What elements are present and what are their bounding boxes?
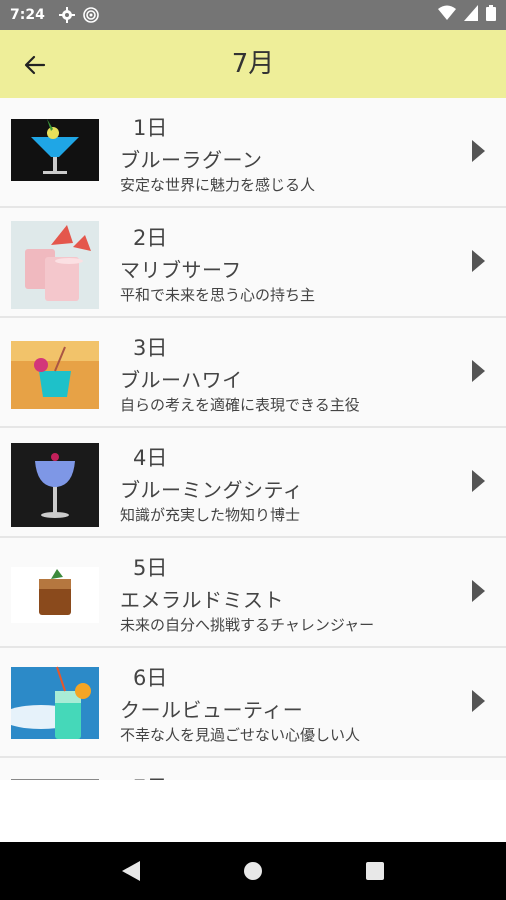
item-day: 4日	[133, 446, 168, 470]
battery-icon	[486, 5, 496, 25]
nav-back-button[interactable]	[111, 851, 151, 891]
signal-icon	[464, 5, 478, 25]
status-bar: 7:24	[0, 0, 506, 30]
item-day: 5日	[133, 556, 168, 580]
item-day: 6日	[133, 666, 168, 690]
list-item[interactable]: 4日 ブルーミングシティ 知識が充実した物知り博士	[0, 428, 506, 538]
item-name: ブルーハワイ	[120, 368, 243, 392]
item-name: マリブサーフ	[120, 258, 242, 282]
cocktail-thumbnail	[11, 551, 99, 639]
target-icon	[83, 7, 99, 23]
app-bar: 7月	[0, 30, 506, 98]
circle-home-icon	[244, 862, 262, 880]
chevron-right-icon	[472, 140, 485, 162]
item-day: 7日	[133, 772, 167, 780]
arrow-left-icon	[24, 55, 46, 75]
chevron-right-icon	[472, 690, 485, 712]
square-recents-icon	[366, 862, 384, 880]
gear-icon	[58, 7, 75, 23]
item-name: ブルーミングシティ	[120, 478, 304, 502]
item-description: 自らの考えを適確に表現できる主役	[120, 396, 360, 414]
item-description: 知識が充実した物知り博士	[120, 506, 301, 524]
cocktail-thumbnail	[11, 771, 99, 780]
chevron-right-icon	[472, 250, 485, 272]
cocktail-thumbnail	[11, 221, 99, 309]
cocktail-thumbnail	[11, 331, 99, 419]
cocktail-thumbnail	[11, 441, 99, 529]
item-description: 安定な世界に魅力を感じる人	[120, 176, 316, 194]
list-item[interactable]: 2日 マリブサーフ 平和で未来を思う心の持ち主	[0, 208, 506, 318]
wifi-icon	[438, 5, 456, 25]
item-description: 未来の自分へ挑戦するチャレンジャー	[120, 616, 375, 634]
item-day: 3日	[133, 336, 168, 360]
triangle-back-icon	[122, 861, 140, 881]
system-nav-bar	[0, 842, 506, 900]
status-time: 7:24	[10, 7, 45, 23]
nav-recents-button[interactable]	[355, 851, 395, 891]
cocktail-thumbnail	[11, 661, 99, 749]
list-item[interactable]: 3日 ブルーハワイ 自らの考えを適確に表現できる主役	[0, 318, 506, 428]
list-item[interactable]: 6日 クールビューティー 不幸な人を見過ごせない心優しい人	[0, 648, 506, 758]
item-day: 1日	[133, 116, 168, 140]
nav-home-button[interactable]	[233, 851, 273, 891]
list-item[interactable]: 1日 ブルーラグーン 安定な世界に魅力を感じる人	[0, 98, 506, 208]
back-button[interactable]	[18, 48, 52, 82]
item-day: 2日	[133, 226, 168, 250]
item-name: クールビューティー	[120, 698, 304, 722]
item-name: エメラルドミスト	[120, 588, 284, 612]
list-item[interactable]: 5日 エメラルドミスト 未来の自分へ挑戦するチャレンジャー	[0, 538, 506, 648]
chevron-right-icon	[472, 580, 485, 602]
chevron-right-icon	[472, 470, 485, 492]
item-description: 不幸な人を見過ごせない心優しい人	[120, 726, 361, 744]
item-description: 平和で未来を思う心の持ち主	[120, 286, 316, 304]
page-title: 7月	[231, 49, 275, 79]
chevron-right-icon	[472, 360, 485, 382]
list-item[interactable]: 7日	[0, 758, 506, 780]
cocktail-list[interactable]: 1日 ブルーラグーン 安定な世界に魅力を感じる人 2日 マリブサーフ 平和で未来…	[0, 98, 506, 780]
item-name: ブルーラグーン	[120, 148, 263, 172]
cocktail-thumbnail	[11, 111, 99, 199]
